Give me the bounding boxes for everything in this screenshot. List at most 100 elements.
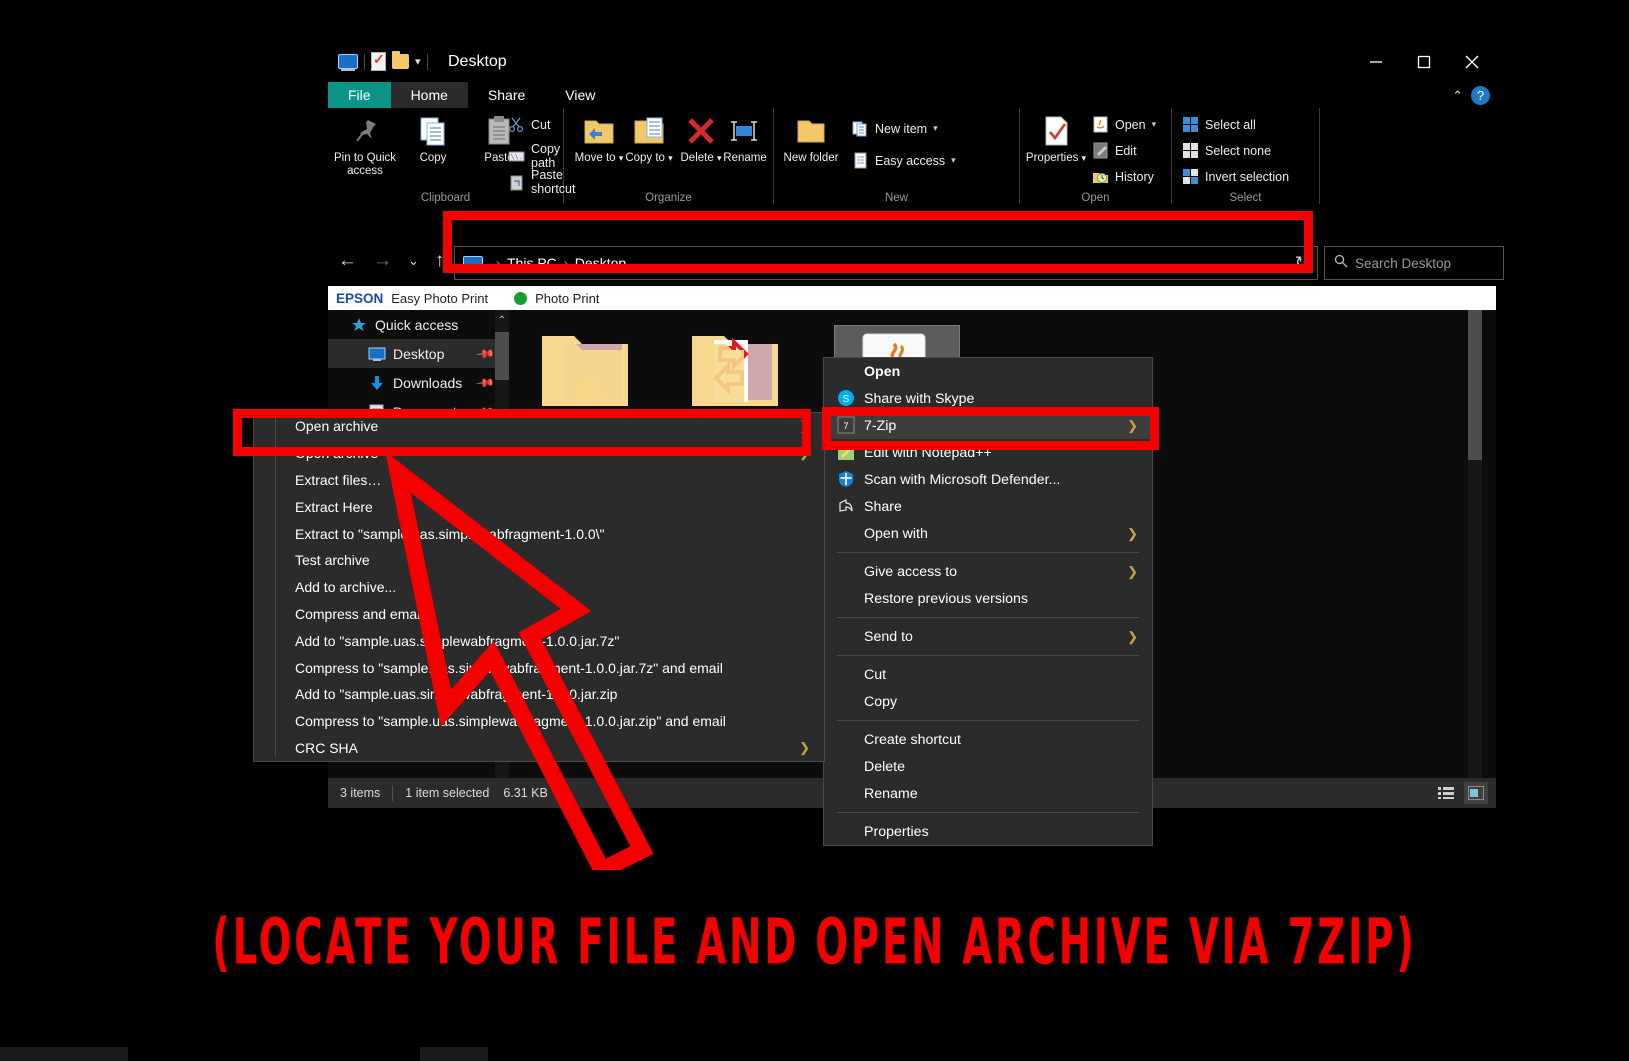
search-input[interactable]: Search Desktop <box>1355 256 1451 271</box>
maximize-button[interactable] <box>1400 42 1448 82</box>
ribbon-label: Rename <box>723 152 766 164</box>
forward-button[interactable]: → <box>373 250 392 272</box>
submenu-label: Extract Here <box>295 499 373 515</box>
context-menu-label: Create shortcut <box>864 732 961 748</box>
context-menu-item-cut[interactable]: Cut <box>824 661 1152 688</box>
rename-button[interactable]: Rename <box>716 112 774 165</box>
ribbon-label: Delete <box>681 152 714 164</box>
ribbon-label: Select all <box>1205 118 1256 132</box>
window-controls <box>1352 42 1496 82</box>
sidebar-item-desktop[interactable]: Desktop 📌 <box>328 339 501 368</box>
svg-text:S: S <box>843 394 850 405</box>
recent-locations-icon[interactable]: ⌄ <box>408 253 419 269</box>
new-folder-icon[interactable] <box>392 54 409 69</box>
history-button[interactable]: History <box>1092 168 1154 185</box>
group-label: Open <box>1020 192 1171 204</box>
select-none-button[interactable]: Select none <box>1182 142 1271 159</box>
dropdown-caret-icon[interactable]: ▾ <box>1082 153 1087 163</box>
pin-icon[interactable]: 📌 <box>475 343 495 363</box>
dropdown-caret-icon[interactable]: ▾ <box>1152 119 1157 130</box>
cut-button[interactable]: Cut <box>508 116 550 133</box>
sidebar-item-quick-access[interactable]: Quick access <box>328 310 501 339</box>
epson-photo-print-button[interactable]: Photo Print <box>535 291 599 306</box>
ribbon-label: History <box>1115 170 1154 184</box>
nav-buttons: ← → ⌄ ↑ <box>338 250 444 272</box>
tab-view[interactable]: View <box>545 82 615 108</box>
file-list-scrollbar[interactable] <box>1468 310 1482 778</box>
ribbon-label: Pin to Quick access <box>334 152 396 177</box>
easy-access-button[interactable]: Easy access ▾ <box>852 152 956 169</box>
quick-access-toolbar: ▾ <box>338 52 428 71</box>
chevron-right-icon: ❯ <box>1127 564 1138 580</box>
context-menu-label: Share with Skype <box>864 391 974 407</box>
pin-to-quick-access-button[interactable]: Pin to Quick access <box>332 112 398 178</box>
new-folder-button[interactable]: New folder <box>778 112 844 165</box>
select-all-button[interactable]: Select all <box>1182 116 1256 133</box>
properties-button[interactable]: Properties ▾ <box>1020 112 1092 165</box>
context-menu-label: Copy <box>864 694 897 710</box>
context-menu-item-send-to[interactable]: Send to ❯ <box>824 623 1152 650</box>
tab-file[interactable]: File <box>328 82 391 108</box>
open-button[interactable]: Open ▾ <box>1092 116 1156 133</box>
pin-icon[interactable]: 📌 <box>475 372 495 392</box>
copy-path-icon: \\.. <box>508 148 525 165</box>
defender-shield-icon <box>837 470 855 488</box>
new-item-button[interactable]: New item ▾ <box>852 120 938 137</box>
epson-toolbar: EPSON Easy Photo Print Photo Print <box>328 286 1496 310</box>
submenu-label: Test archive <box>295 552 370 568</box>
context-menu-item-share[interactable]: Share <box>824 493 1152 520</box>
context-menu-item-scan-with-defender[interactable]: Scan with Microsoft Defender... <box>824 466 1152 493</box>
chevron-down-icon[interactable]: ▾ <box>415 55 421 68</box>
context-menu-item-restore-previous-versions[interactable]: Restore previous versions <box>824 585 1152 612</box>
invert-selection-button[interactable]: Invert selection <box>1182 168 1289 185</box>
paste-shortcut-icon <box>508 174 525 191</box>
java-icon <box>1092 116 1109 133</box>
dropdown-caret-icon[interactable]: ▾ <box>951 155 956 166</box>
properties-icon[interactable] <box>371 52 386 71</box>
download-arrow-icon <box>368 374 386 392</box>
chevron-right-icon: ❯ <box>1127 629 1138 645</box>
context-menu-label: Restore previous versions <box>864 591 1028 607</box>
scrollbar-thumb[interactable] <box>495 332 509 380</box>
large-icons-view-icon[interactable] <box>1464 782 1488 804</box>
menu-separator <box>837 812 1139 813</box>
ribbon-group-open: Properties ▾ Open ▾ Edit Histor <box>1020 108 1172 204</box>
back-button[interactable]: ← <box>338 250 357 272</box>
dropdown-caret-icon[interactable]: ▾ <box>933 123 938 134</box>
taskbar-sliver-mid <box>420 1047 488 1061</box>
ribbon-label: Edit <box>1115 144 1137 158</box>
scrollbar-thumb[interactable] <box>1468 310 1482 460</box>
scroll-up-icon[interactable]: ⌃ <box>495 310 509 330</box>
search-box[interactable]: Search Desktop <box>1324 246 1504 280</box>
taskbar-sliver-left <box>0 1047 128 1061</box>
context-menu-item-copy[interactable]: Copy <box>824 688 1152 715</box>
context-menu-item-give-access-to[interactable]: Give access to ❯ <box>824 558 1152 585</box>
context-menu-item-open-with[interactable]: Open with ❯ <box>824 520 1152 547</box>
menu-separator <box>837 617 1139 618</box>
context-menu-label: Open <box>864 364 900 380</box>
context-menu-item-properties[interactable]: Properties <box>824 818 1152 845</box>
help-icon[interactable]: ? <box>1471 86 1490 105</box>
tab-share[interactable]: Share <box>468 82 545 108</box>
minimize-button[interactable] <box>1352 42 1400 82</box>
context-menu-item-rename[interactable]: Rename <box>824 780 1152 807</box>
edit-button[interactable]: Edit <box>1092 142 1137 159</box>
copy-path-button[interactable]: \\.. Copy path <box>508 142 563 170</box>
star-icon <box>350 316 368 334</box>
context-menu-label: Give access to <box>864 564 957 580</box>
copy-icon <box>416 114 450 148</box>
chevron-up-icon[interactable]: ⌃ <box>1452 88 1463 104</box>
scissors-icon <box>508 116 525 133</box>
context-menu-item-delete[interactable]: Delete <box>824 753 1152 780</box>
epson-toolbar-label: Easy Photo Print <box>391 291 488 306</box>
ribbon-label: Invert selection <box>1205 170 1289 184</box>
close-button[interactable] <box>1448 42 1496 82</box>
tab-home[interactable]: Home <box>391 82 468 108</box>
copy-button[interactable]: Copy <box>400 112 466 165</box>
details-view-icon[interactable] <box>1434 782 1458 804</box>
sidebar-item-downloads[interactable]: Downloads 📌 <box>328 368 501 397</box>
monitor-icon[interactable] <box>338 54 358 69</box>
context-menu-item-open[interactable]: Open <box>824 358 1152 385</box>
menu-separator <box>837 552 1139 553</box>
context-menu-item-create-shortcut[interactable]: Create shortcut <box>824 726 1152 753</box>
